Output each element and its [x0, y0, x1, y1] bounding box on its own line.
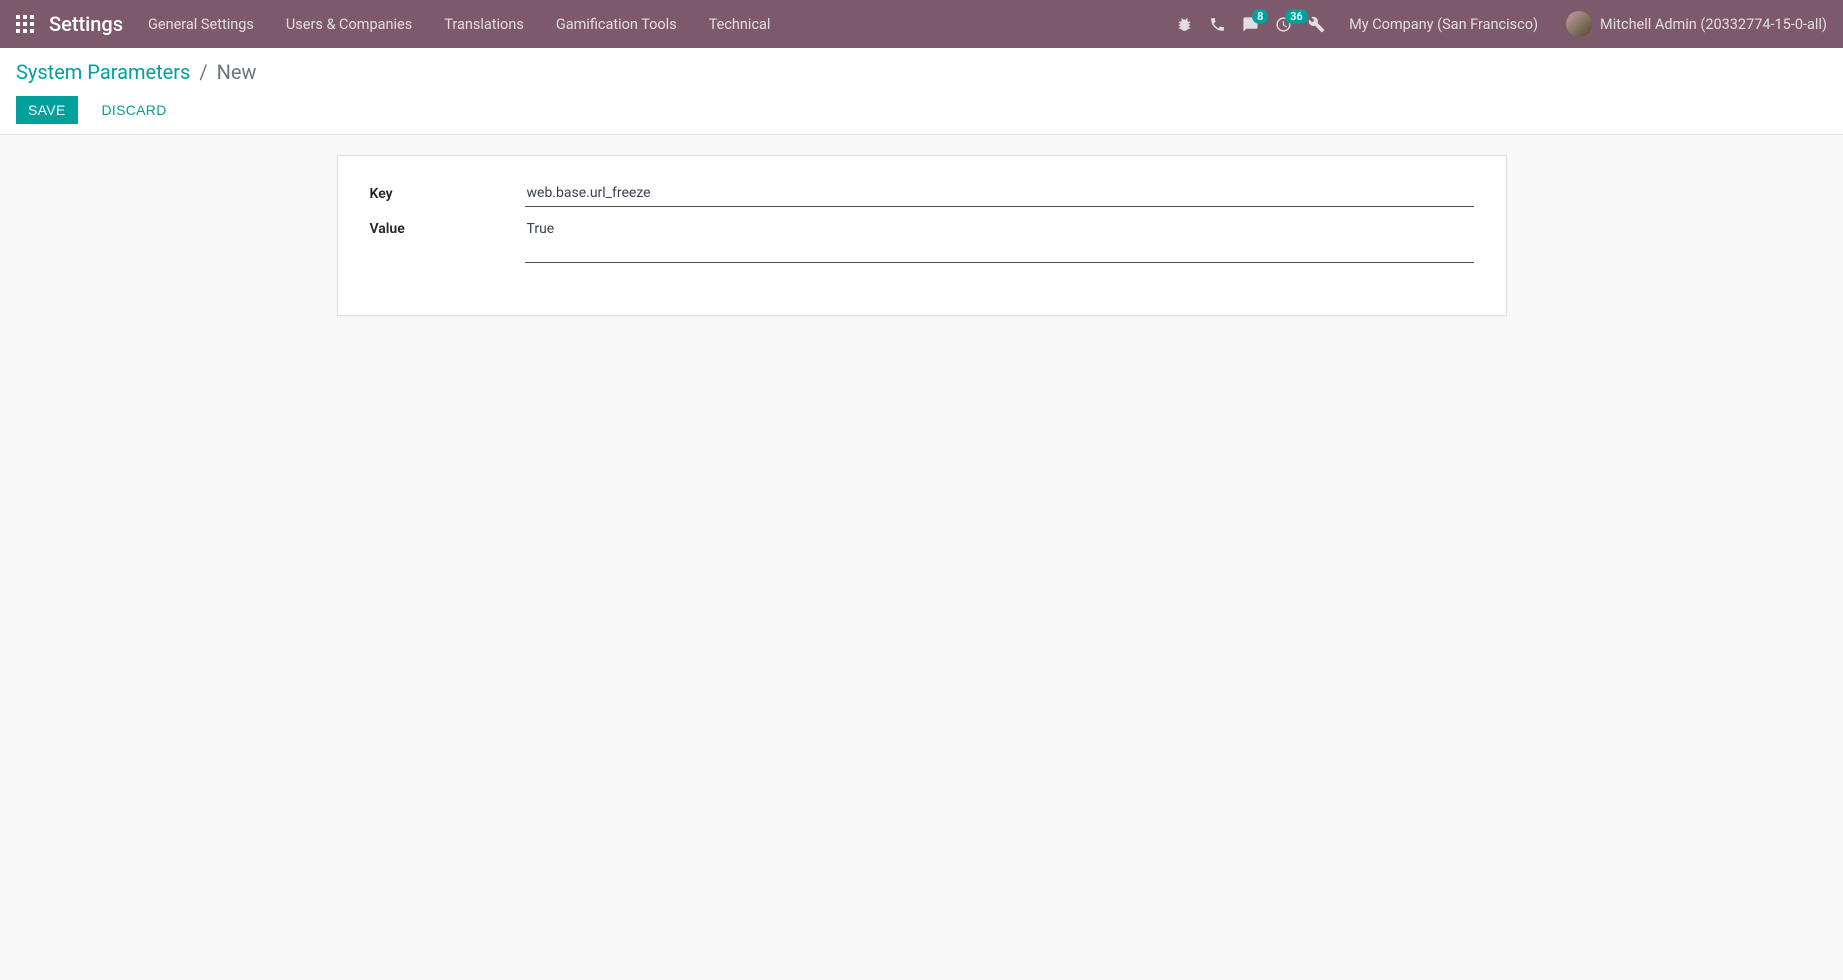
- value-input[interactable]: [525, 215, 1474, 263]
- activities-icon[interactable]: 36: [1275, 16, 1292, 33]
- form-sheet: Key Value: [337, 155, 1507, 316]
- form-row-key: Key: [370, 180, 1474, 207]
- breadcrumb: System Parameters / New: [16, 60, 1827, 84]
- nav-menu-gamification-tools[interactable]: Gamification Tools: [556, 16, 677, 33]
- messaging-badge: 8: [1252, 9, 1268, 24]
- tools-icon[interactable]: [1308, 16, 1325, 33]
- nav-systray: 8 36 My Company (San Francisco) Mitchell…: [1176, 11, 1827, 37]
- breadcrumb-parent[interactable]: System Parameters: [16, 60, 190, 84]
- content-area: Key Value: [0, 135, 1843, 336]
- key-input[interactable]: [525, 180, 1474, 207]
- bug-icon[interactable]: [1176, 16, 1193, 33]
- app-title[interactable]: Settings: [49, 12, 123, 36]
- nav-menu: General Settings Users & Companies Trans…: [148, 16, 770, 33]
- activities-badge: 36: [1285, 9, 1308, 24]
- apps-icon[interactable]: [16, 15, 34, 33]
- company-selector[interactable]: My Company (San Francisco): [1349, 16, 1538, 33]
- nav-menu-technical[interactable]: Technical: [709, 16, 771, 33]
- discard-button[interactable]: Discard: [90, 96, 179, 124]
- value-label: Value: [370, 215, 525, 237]
- form-row-value: Value: [370, 215, 1474, 267]
- key-label: Key: [370, 180, 525, 202]
- messaging-icon[interactable]: 8: [1242, 16, 1259, 33]
- user-menu[interactable]: Mitchell Admin (20332774-15-0-all): [1566, 11, 1827, 37]
- phone-icon[interactable]: [1209, 16, 1226, 33]
- nav-menu-users-companies[interactable]: Users & Companies: [286, 16, 412, 33]
- control-panel: System Parameters / New Save Discard: [0, 48, 1843, 135]
- breadcrumb-current: New: [217, 60, 257, 84]
- nav-menu-translations[interactable]: Translations: [444, 16, 524, 33]
- navbar: Settings General Settings Users & Compan…: [0, 0, 1843, 48]
- user-name: Mitchell Admin (20332774-15-0-all): [1600, 16, 1827, 33]
- button-row: Save Discard: [16, 96, 1827, 124]
- avatar: [1566, 11, 1592, 37]
- nav-menu-general-settings[interactable]: General Settings: [148, 16, 254, 33]
- breadcrumb-separator: /: [199, 60, 207, 84]
- save-button[interactable]: Save: [16, 96, 78, 124]
